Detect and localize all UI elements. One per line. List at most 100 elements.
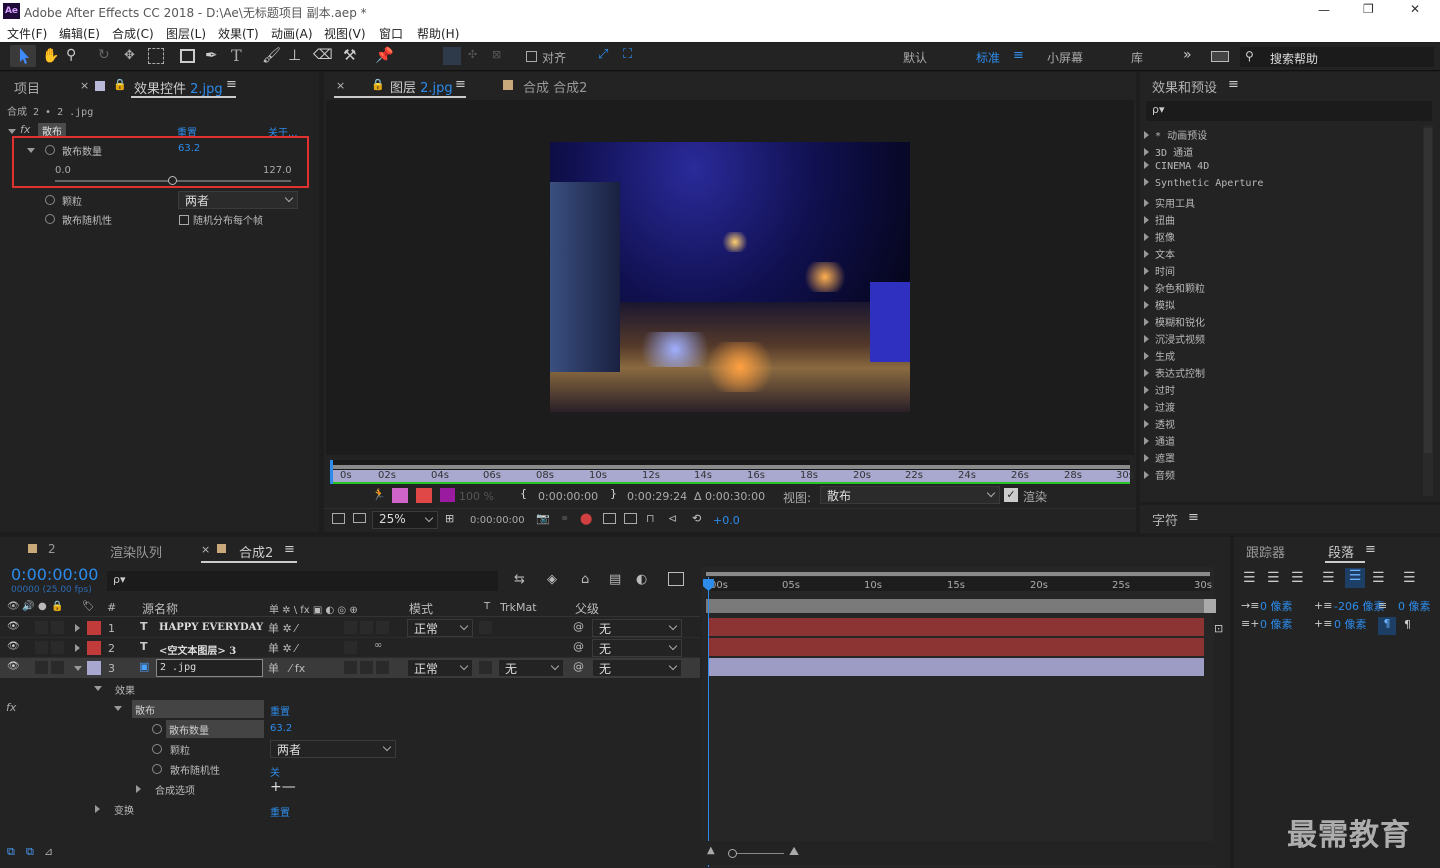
menu-animation[interactable]: 动画(A) [271, 25, 313, 42]
panel-menu-icon[interactable]: ≡ [1188, 510, 1199, 525]
layer-name[interactable]: <空文本图层> 3 [159, 642, 236, 657]
effect-category-item[interactable]: 抠像 [1144, 229, 1175, 244]
close-icon[interactable]: × [201, 543, 210, 556]
align-left-icon[interactable]: ☰ [1243, 570, 1256, 586]
zoom-dropdown[interactable]: 25% [372, 511, 438, 529]
transform-reset[interactable]: 重置 [270, 804, 290, 819]
trkmat-dropdown[interactable]: 无 [498, 659, 564, 677]
layer-name[interactable]: 2 .jpg [156, 659, 263, 677]
minimize-button[interactable]: — [1318, 3, 1330, 17]
layer-row[interactable]: 👁 2 T <空文本图层> 3 单 ✲ ⁄ ∞ @ 无 [0, 638, 700, 658]
effect-reset[interactable]: 重置 [270, 703, 290, 718]
expand-icon[interactable] [94, 686, 102, 691]
restore-button[interactable]: ❐ [1363, 2, 1374, 16]
effect-category-item[interactable]: 过时 [1144, 382, 1175, 397]
lock-toggle[interactable] [51, 641, 64, 654]
menu-edit[interactable]: 编辑(E) [59, 25, 100, 42]
indent-right-value[interactable]: 0 像素 [1398, 598, 1431, 614]
frame-blending-icon[interactable]: ▤ [609, 572, 621, 587]
character-title[interactable]: 字符 [1152, 510, 1178, 529]
close-icon[interactable]: × [336, 79, 345, 92]
selection-tool-icon[interactable] [10, 45, 36, 67]
prop-value[interactable]: 63.2 [270, 723, 292, 734]
workspace-libraries[interactable]: 库 [1131, 49, 1143, 66]
toggle-mask-icon[interactable] [603, 513, 616, 524]
switch-icons[interactable]: 单 ✲ ⁄ [268, 640, 297, 656]
time-ruler[interactable]: 0s 02s 04s 06s 08s 10s 12s 14s 16s 18s 2… [330, 460, 1134, 484]
effect-category-item[interactable]: 通道 [1144, 433, 1175, 448]
pickwhip-icon[interactable]: @ [573, 620, 584, 633]
align-checkbox[interactable] [526, 51, 537, 62]
workspace-default[interactable]: 默认 [903, 49, 927, 66]
effects-group[interactable]: 效果 [0, 679, 700, 699]
graph-editor-icon[interactable] [668, 572, 684, 586]
indent-left-value[interactable]: 0 像素 [1260, 598, 1293, 614]
panel-menu-icon[interactable]: ≡ [226, 77, 237, 92]
layer-bar-3[interactable] [708, 658, 1204, 676]
effect-category-item[interactable]: 透视 [1144, 416, 1175, 431]
prop-transform[interactable]: 变换 重置 [0, 799, 700, 819]
layer-bar-1[interactable] [708, 618, 1204, 636]
toggle-modes-icon[interactable]: ⧉ [26, 845, 34, 859]
first-line-indent-value[interactable]: 0 像素 [1260, 616, 1293, 632]
effect-category-item[interactable]: 过渡 [1144, 399, 1175, 414]
effects-search-input[interactable]: ρ▾ [1146, 101, 1432, 121]
world-axis-icon[interactable]: ✣ [468, 48, 477, 61]
effect-category-item[interactable]: 遮罩 [1144, 450, 1175, 465]
ltr-direction-icon[interactable]: ¶ [1404, 618, 1411, 631]
space-after-icon[interactable]: +≡ [1314, 617, 1332, 630]
pen-tool-icon[interactable]: ✒ [205, 46, 218, 64]
pickwhip-icon[interactable]: @ [573, 640, 584, 653]
eraser-tool-icon[interactable]: ⌫ [313, 47, 333, 63]
snap-grid-icon[interactable]: ⛶ [623, 47, 632, 62]
out-time[interactable]: 0:00:29:24 [627, 490, 687, 503]
orbit-tool-icon[interactable]: ↻ [98, 47, 110, 63]
tab-effect-controls[interactable]: 效果控件 2.jpg [134, 78, 223, 97]
expand-icon[interactable] [74, 666, 82, 671]
switch-box[interactable] [376, 621, 389, 634]
playhead[interactable] [330, 460, 333, 484]
show-snapshot-icon[interactable]: ⚭ [560, 512, 569, 525]
toggle-switches-icon[interactable]: ⧉ [7, 845, 15, 859]
space-before-icon[interactable]: +≡ [1314, 599, 1332, 612]
workspace-menu-icon[interactable]: ≡ [1013, 48, 1024, 63]
effect-group-scatter[interactable]: fx 散布 重置 [0, 699, 700, 719]
switch-box[interactable] [376, 661, 389, 674]
render-checkbox[interactable]: ✓ [1004, 488, 1018, 502]
flowchart-icon[interactable]: ⊲ [668, 512, 677, 525]
tab-tracker[interactable]: 跟踪器 [1246, 542, 1285, 561]
zoom-tool-icon[interactable]: ⚲ [66, 47, 76, 63]
lock-toggle[interactable] [51, 661, 64, 674]
timeline-graph-area[interactable]: 00s 05s 10s 15s 20s 25s 30s ⊡ [702, 567, 1223, 867]
t-box[interactable] [479, 621, 492, 634]
zoom-slider[interactable] [728, 849, 784, 858]
tab-comp-2[interactable]: 2 [48, 542, 56, 556]
parent-dropdown[interactable]: 无 [592, 639, 682, 657]
workspace-standard[interactable]: 标准 [976, 49, 1000, 66]
work-area-end[interactable] [1204, 599, 1216, 613]
stopwatch-icon[interactable] [152, 744, 162, 754]
first-line-indent-icon[interactable]: ≡+ [1241, 617, 1259, 630]
effect-category-item[interactable]: 模拟 [1144, 297, 1175, 312]
more-workspaces-button[interactable]: » [1183, 47, 1192, 63]
panel-menu-icon[interactable]: ≡ [284, 542, 295, 557]
expand-icon[interactable] [136, 785, 141, 793]
panel-menu-icon[interactable]: ≡ [455, 77, 466, 92]
color-swatch[interactable] [440, 488, 455, 502]
layer-bar-2[interactable] [708, 638, 1204, 656]
zoom-out-icon[interactable]: ▲ [707, 845, 715, 856]
monitor-icon[interactable] [353, 513, 366, 523]
prop-composite[interactable]: 合成选项 +— [0, 779, 700, 799]
prop-random[interactable]: 散布随机性 关 [0, 759, 700, 779]
visibility-eye-icon[interactable]: 👁 [7, 661, 20, 672]
menu-view[interactable]: 视图(V) [324, 25, 366, 42]
mask-toggle-icon[interactable] [392, 488, 408, 503]
reset-exposure-icon[interactable]: ⟲ [692, 512, 701, 525]
timeline-icon-right[interactable]: ⊡ [1214, 622, 1223, 635]
effect-category-item[interactable]: 模糊和锐化 [1144, 314, 1205, 329]
effect-category-item[interactable]: 音频 [1144, 467, 1175, 482]
effect-category-item[interactable]: Synthetic Aperture [1144, 178, 1263, 189]
effect-name[interactable]: 散布 [132, 700, 264, 718]
random-checkbox[interactable] [179, 215, 189, 225]
hide-shy-icon[interactable]: ⌂ [581, 572, 589, 587]
